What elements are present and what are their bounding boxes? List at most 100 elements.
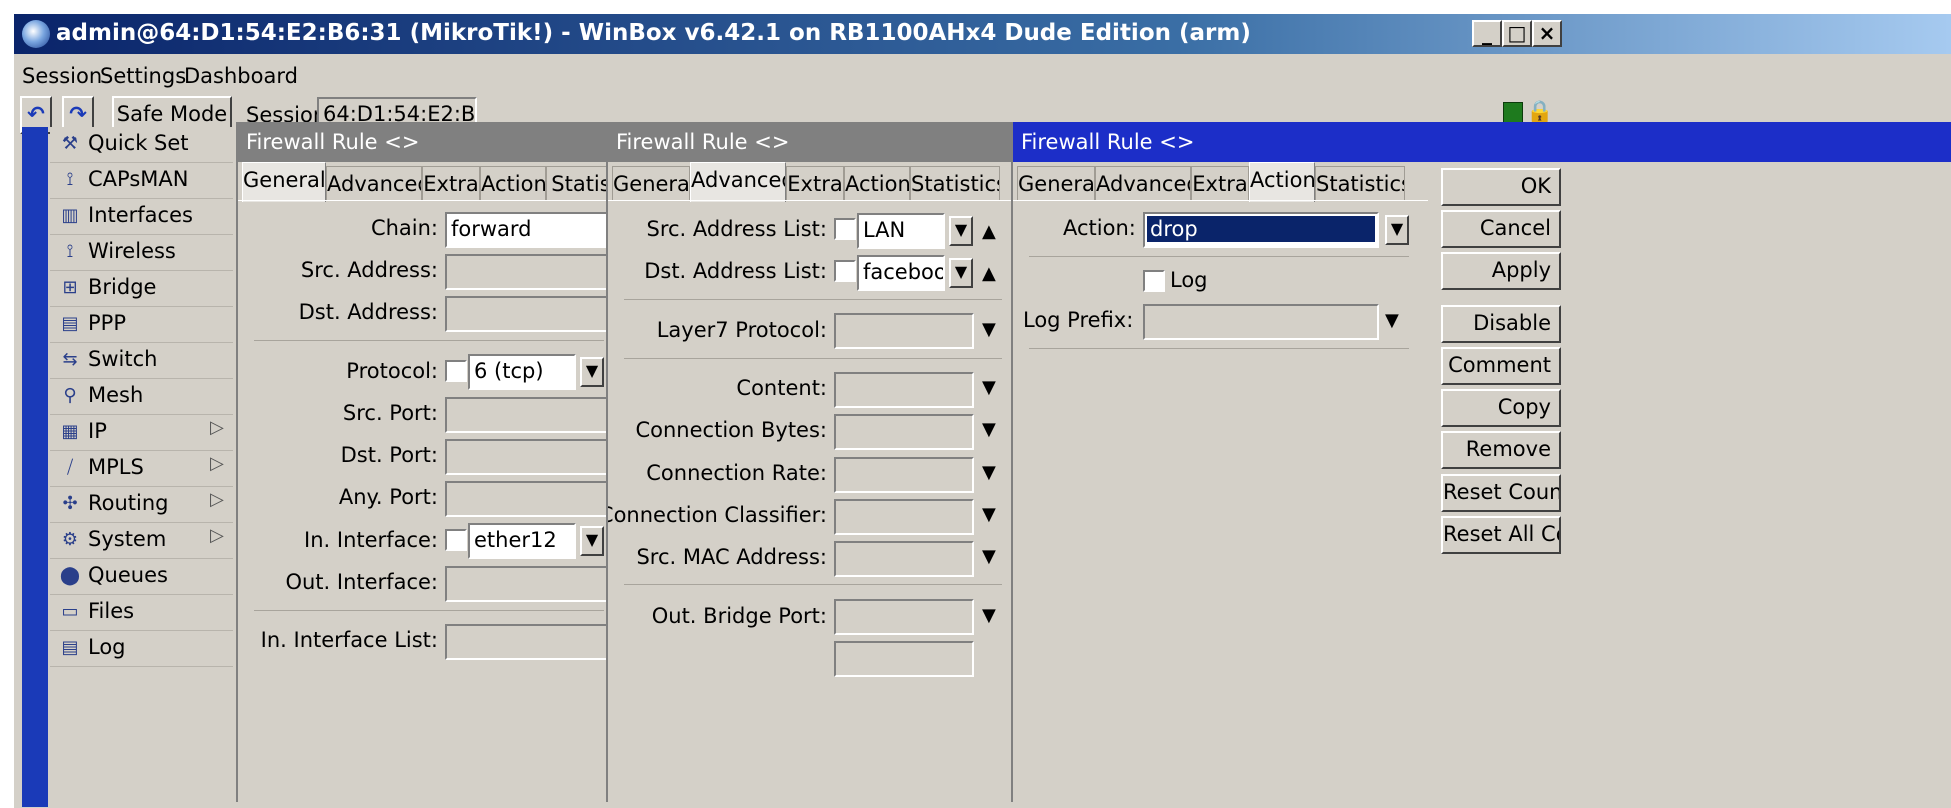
collapse-up-icon[interactable]: ▲ [982,223,996,241]
panel-title[interactable]: Firewall Rule <> [238,122,608,162]
sidebar-item-log[interactable]: ▤ Log [50,631,233,667]
tab-advanced[interactable]: Advanced [326,166,422,200]
src-address-list-field[interactable]: LAN [857,213,945,249]
copy-button[interactable]: Copy [1441,389,1561,427]
in-interface-list-field[interactable] [445,624,608,660]
mpls-icon: ⧸ [66,457,74,478]
sidebar-item-mpls[interactable]: ⧸ MPLS ▷ [50,451,233,487]
disable-button[interactable]: Disable [1441,305,1561,343]
out-interface-field[interactable] [445,566,608,602]
protocol-field[interactable]: 6 (tcp) [468,354,576,390]
sidebar-item-interfaces[interactable]: ▥ Interfaces [50,199,233,235]
in-interface-field[interactable]: ether12 [468,523,576,559]
expand-down-icon[interactable]: ▼ [982,421,996,439]
sidebar-item-mesh[interactable]: ⚲ Mesh [50,379,233,415]
sidebar-item-quick-set[interactable]: ⚒ Quick Set [50,127,233,163]
dst-address-list-field[interactable]: facebook [857,255,945,291]
tab-general[interactable]: General [1017,166,1095,200]
panel-title[interactable]: Firewall Rule <> [608,122,1013,162]
tab-statistics[interactable]: Statistics [1315,166,1405,200]
src-mac-address-field[interactable] [834,541,974,577]
submenu-arrow-icon: ▷ [210,453,224,474]
expand-down-icon[interactable]: ▼ [982,506,996,524]
tab-extra[interactable]: Extra [422,166,480,200]
log-prefix-field[interactable] [1143,304,1379,340]
tab-action[interactable]: Action [1249,162,1315,202]
any-port-field[interactable] [445,481,608,517]
in-interface-invert-checkbox[interactable] [445,529,467,551]
dst-address-list-invert-checkbox[interactable] [834,260,856,282]
log-checkbox[interactable] [1143,270,1165,292]
sidebar-item-ip[interactable]: ▦ IP ▷ [50,415,233,451]
src-address-list-invert-checkbox[interactable] [834,218,856,240]
tab-action[interactable]: Action [844,166,910,200]
per-connection-classifier-label: Per Connection Classifier: [606,503,827,527]
out-bridge-port-field[interactable] [834,599,974,635]
action-dropdown-button[interactable]: ▼ [1385,215,1409,245]
src-address-list-label: Src. Address List: [646,217,828,241]
tab-advanced[interactable]: Advanced [1095,166,1191,200]
collapse-up-icon[interactable]: ▲ [982,265,996,283]
maximize-button[interactable]: □ [1502,20,1532,47]
src-address-field[interactable] [445,254,608,290]
connection-rate-field[interactable] [834,457,974,493]
expand-down-icon[interactable]: ▼ [982,379,996,397]
protocol-dropdown-button[interactable]: ▼ [580,357,604,387]
dst-address-list-dropdown-button[interactable]: ▼ [949,258,973,288]
close-button[interactable]: × [1532,20,1562,47]
reset-count-button[interactable]: Reset Count [1441,474,1561,512]
tab-action[interactable]: Action [480,166,546,200]
apply-button[interactable]: Apply [1441,252,1561,290]
sidebar-item-queues[interactable]: ⬤ Queues [50,559,233,595]
expand-down-icon[interactable]: ▼ [982,607,996,625]
tab-statistics[interactable]: Statistics [910,166,1000,200]
sidebar-item-ppp[interactable]: ▤ PPP [50,307,233,343]
gear-icon: ⚙ [61,529,79,550]
title-bar[interactable]: admin@64:D1:54:E2:B6:31 (MikroTik!) - Wi… [14,14,1951,54]
menu-session[interactable]: Session [22,64,102,88]
connection-bytes-field[interactable] [834,414,974,450]
menu-settings[interactable]: Settings [100,64,186,88]
sidebar-item-system[interactable]: ⚙ System ▷ [50,523,233,559]
routing-icon: ✣ [62,493,78,514]
src-port-field[interactable] [445,397,608,433]
comment-button[interactable]: Comment [1441,347,1561,385]
protocol-invert-checkbox[interactable] [445,360,467,382]
minimize-button[interactable]: _ [1472,20,1502,47]
reset-all-cou-button[interactable]: Reset All Cou [1441,516,1561,554]
cancel-button[interactable]: Cancel [1441,210,1561,248]
expand-down-icon[interactable]: ▼ [982,464,996,482]
tab-extra[interactable]: Extra [1191,166,1249,200]
quick-set-icon: ⚒ [61,133,79,154]
tab-general[interactable]: General [612,166,690,200]
sidebar-item-capsman[interactable]: ⟟ CAPsMAN [50,163,233,199]
redo-icon: ↷ [69,102,87,126]
tab-general[interactable]: General [242,162,326,202]
ok-button[interactable]: OK [1441,168,1561,206]
remove-button[interactable]: Remove [1441,431,1561,469]
expand-down-icon[interactable]: ▼ [982,321,996,339]
src-address-list-dropdown-button[interactable]: ▼ [949,216,973,246]
sidebar-item-wireless[interactable]: ⟟ Wireless [50,235,233,271]
sidebar-item-switch[interactable]: ⇆ Switch [50,343,233,379]
layer7-protocol-field[interactable] [834,313,974,349]
tab-statis[interactable]: Statis [546,166,608,200]
dst-address-field[interactable] [445,296,608,332]
sidebar-item-files[interactable]: ▭ Files [50,595,233,631]
in-interface-dropdown-button[interactable]: ▼ [580,526,604,556]
tab-advanced[interactable]: Advanced [690,162,786,202]
panel-title[interactable]: Firewall Rule <> [1013,122,1951,162]
dst-port-field[interactable] [445,439,608,475]
action-field[interactable]: drop [1143,212,1379,248]
content-field[interactable] [834,372,974,408]
chain-field[interactable]: forward [445,212,608,248]
sidebar-item-routing[interactable]: ✣ Routing ▷ [50,487,233,523]
menu-dashboard[interactable]: Dashboard [184,64,298,88]
tab-extra[interactable]: Extra [786,166,844,200]
expand-down-icon[interactable]: ▼ [1385,312,1399,330]
expand-down-icon[interactable]: ▼ [982,548,996,566]
src-mac-address-label: Src. MAC Address: [636,545,827,569]
next-field[interactable] [834,641,974,677]
per-connection-classifier-field[interactable] [834,499,974,535]
sidebar-item-bridge[interactable]: ⊞ Bridge [50,271,233,307]
